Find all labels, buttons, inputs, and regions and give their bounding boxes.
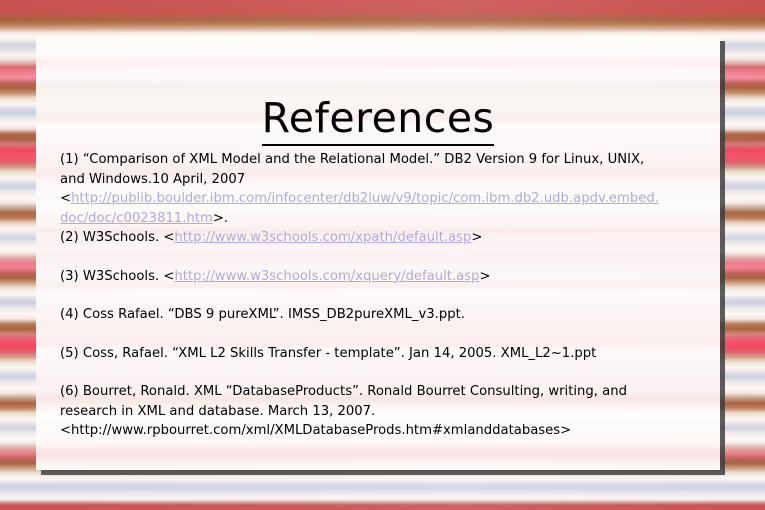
- reference-item-2: (2) W3Schools. <http://www.w3schools.com…: [60, 228, 706, 248]
- spacer-5-6: [60, 363, 706, 382]
- reference-2-suffix: >: [471, 230, 483, 245]
- reference-item-1: (1) “Comparison of XML Model and the Rel…: [60, 150, 706, 228]
- reference-3-url[interactable]: http://www.w3schools.com/xquery/default.…: [174, 269, 479, 284]
- reference-1-url-line-1: <http://publib.boulder.ibm.com/infocente…: [60, 189, 706, 209]
- reference-5-line: (5) Coss, Rafael. “XML L2 Skills Transfe…: [60, 345, 597, 361]
- reference-item-6: (6) Bourret, Ronald. XML “DatabaseProduc…: [60, 382, 706, 441]
- reference-1-url-part-1[interactable]: http://publib.boulder.ibm.com/infocenter…: [71, 191, 659, 206]
- reference-6-line-1: (6) Bourret, Ronald. XML “DatabaseProduc…: [60, 384, 627, 399]
- slide-content-panel: References (1) “Comparison of XML Model …: [36, 36, 720, 470]
- reference-1-line-2: and Windows.10 April, 2007: [60, 171, 246, 187]
- references-list: (1) “Comparison of XML Model and the Rel…: [60, 150, 706, 441]
- reference-4-line: (4) Coss Rafael. “DBS 9 pureXML”. IMSS_D…: [60, 307, 465, 322]
- reference-6-line-2: research in XML and database. March 13, …: [60, 403, 376, 419]
- spacer-4-5: [60, 325, 706, 344]
- slide-title: References: [36, 94, 720, 146]
- angle-bracket-close: >.: [212, 210, 229, 226]
- reference-item-5: (5) Coss, Rafael. “XML L2 Skills Transfe…: [60, 344, 706, 364]
- reference-3-suffix: >: [479, 268, 491, 284]
- reference-3-prefix: (3) W3Schools. <: [60, 268, 175, 284]
- reference-2-url[interactable]: http://www.w3schools.com/xpath/default.a…: [174, 230, 471, 245]
- slide-canvas: References (1) “Comparison of XML Model …: [0, 0, 765, 510]
- reference-6-line-3: <http://www.rpbourret.com/xml/XMLDatabas…: [60, 423, 572, 438]
- angle-bracket-open: <: [60, 191, 72, 206]
- spacer-2-3: [60, 248, 706, 267]
- reference-2-line: (2) W3Schools. <http://www.w3schools.com…: [60, 228, 706, 248]
- spacer-3-4: [60, 286, 706, 305]
- reference-1-url-part-2[interactable]: doc/doc/c0023811.htm: [60, 211, 213, 226]
- slide-title-text: References: [261, 94, 495, 146]
- reference-item-3: (3) W3Schools. <http://www.w3schools.com…: [60, 267, 706, 287]
- reference-item-4: (4) Coss Rafael. “DBS 9 pureXML”. IMSS_D…: [60, 305, 706, 325]
- reference-3-line: (3) W3Schools. <http://www.w3schools.com…: [60, 267, 706, 287]
- reference-1-url-line-2: doc/doc/c0023811.htm>.: [60, 209, 706, 229]
- reference-1-line-1: (1) “Comparison of XML Model and the Rel…: [60, 152, 645, 167]
- reference-2-prefix: (2) W3Schools. <: [60, 230, 175, 245]
